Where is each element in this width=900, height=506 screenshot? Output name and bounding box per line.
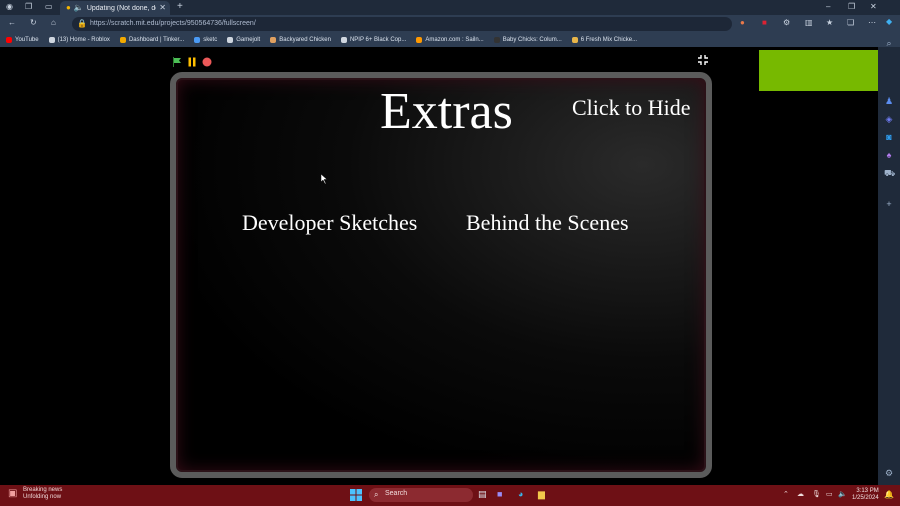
- minimize-icon[interactable]: –: [826, 3, 830, 11]
- refresh-icon[interactable]: ↻: [30, 19, 37, 27]
- windows-start-icon[interactable]: [350, 488, 362, 506]
- bookmark-label: (13) Home - Roblox: [57, 37, 110, 43]
- notification-bell-icon[interactable]: 🔔: [884, 490, 894, 499]
- onedrive-icon[interactable]: ☁: [797, 490, 804, 498]
- news-subtitle: Unfolding now: [23, 494, 62, 500]
- search-placeholder: Search: [385, 490, 408, 497]
- bookmark-item[interactable]: YouTube: [6, 37, 39, 43]
- bookmark-favicon-icon: [571, 37, 578, 43]
- taskbar-clock[interactable]: 3:13 PM 1/25/2024: [852, 488, 879, 502]
- hide-button[interactable]: Click to Hide: [572, 95, 691, 121]
- developer-sketches-option[interactable]: Developer Sketches: [242, 210, 417, 236]
- sidebar-settings-icon[interactable]: ⚙: [884, 468, 894, 478]
- sidebar-outlook-icon[interactable]: ◙: [884, 132, 894, 142]
- bookmark-favicon-icon: [493, 37, 500, 43]
- bookmark-label: Dashboard | Tinker...: [128, 37, 185, 43]
- workspaces-icon[interactable]: ❐: [25, 3, 32, 11]
- green-overlay-box: [759, 50, 894, 91]
- bookmark-item[interactable]: (13) Home - Roblox: [48, 37, 110, 43]
- bookmark-label: NPIP 6+ Black Cop...: [349, 37, 407, 43]
- extensions-icon[interactable]: ⚙: [783, 19, 790, 27]
- bookmark-label: YouTube: [15, 37, 39, 43]
- bookmark-favicon-icon: [340, 37, 347, 43]
- bookmarks-bar: YouTube (13) Home - Roblox Dashboard | Tin…: [0, 33, 900, 47]
- bookmark-item[interactable]: NPIP 6+ Black Cop...: [340, 37, 407, 43]
- back-icon[interactable]: ←: [8, 19, 16, 27]
- bookmark-label: sketc: [203, 37, 218, 43]
- home-icon[interactable]: ⌂: [51, 19, 56, 27]
- tab-scratch-project[interactable]: ● 🔈 Updating (Not done, dont p ✕: [60, 1, 170, 15]
- favorites-icon[interactable]: ★: [826, 19, 833, 27]
- volume-icon[interactable]: 🔈: [838, 490, 847, 498]
- bookmark-favicon-icon: [416, 37, 423, 43]
- more-menu-icon[interactable]: ⋯: [868, 19, 876, 27]
- task-view-icon[interactable]: ▤: [478, 489, 487, 500]
- network-icon[interactable]: ▭: [826, 490, 833, 498]
- file-explorer-icon[interactable]: ▆: [538, 489, 545, 500]
- scratch-favicon-icon: ●: [66, 3, 71, 12]
- stop-icon[interactable]: [202, 54, 212, 67]
- edge-icon[interactable]: ◕: [518, 489, 523, 499]
- new-tab-button[interactable]: +: [177, 2, 183, 12]
- close-window-icon[interactable]: ✕: [870, 3, 877, 11]
- lock-icon[interactable]: 🔒: [77, 20, 87, 28]
- tab-actions-icon[interactable]: ▭: [45, 3, 53, 11]
- audio-playing-icon[interactable]: 🔈: [74, 4, 84, 12]
- bookmark-item[interactable]: 6 Fresh Mix Chicke...: [571, 37, 638, 43]
- collections-icon[interactable]: ❏: [847, 19, 854, 27]
- bookmark-label: 6 Fresh Mix Chicke...: [580, 37, 638, 43]
- sidebar-search-icon[interactable]: ⌕: [884, 38, 894, 48]
- news-widget-icon[interactable]: ▣: [8, 488, 20, 500]
- bookmark-item[interactable]: Backyared Chicken: [270, 37, 331, 43]
- sidebar-add-icon[interactable]: +: [884, 199, 894, 209]
- exit-fullscreen-icon[interactable]: [697, 53, 709, 65]
- extension-icon[interactable]: ●: [740, 19, 745, 27]
- mouse-cursor-icon: [320, 171, 328, 189]
- teams-icon[interactable]: ■: [497, 489, 502, 499]
- bookmark-favicon-icon: [119, 37, 126, 43]
- page-title: Extras: [380, 83, 513, 140]
- bookmark-item[interactable]: Gamejolt: [227, 37, 260, 43]
- bookmark-item[interactable]: Amazon.com : Sailn...: [416, 37, 484, 43]
- microphone-icon[interactable]: 🎙: [812, 490, 821, 498]
- pause-icon[interactable]: [187, 54, 197, 67]
- clock-time: 3:13 PM: [856, 488, 879, 494]
- split-screen-icon[interactable]: ▥: [805, 19, 813, 27]
- bookmark-item[interactable]: Dashboard | Tinker...: [119, 37, 185, 43]
- restore-icon[interactable]: ❐: [848, 3, 855, 11]
- sidebar-games-icon[interactable]: ♠: [884, 150, 894, 160]
- bookmark-label: Amazon.com : Sailn...: [425, 37, 484, 43]
- bookmark-item[interactable]: Baby Chicks: Colum...: [493, 37, 562, 43]
- url-text: https://scratch.mit.edu/projects/9505647…: [90, 20, 256, 27]
- behind-the-scenes-option[interactable]: Behind the Scenes: [466, 210, 629, 236]
- bookmark-label: Backyared Chicken: [279, 37, 331, 43]
- edge-sidebar: [878, 47, 900, 485]
- copilot-icon[interactable]: ◆: [886, 18, 892, 26]
- profile-icon[interactable]: ◉: [6, 3, 13, 11]
- news-title: Breaking news: [23, 487, 63, 493]
- sidebar-cart-icon[interactable]: ⛟: [884, 168, 895, 178]
- bookmark-favicon-icon: [6, 37, 12, 43]
- tab-title: Updating (Not done, dont p: [86, 4, 156, 12]
- bookmark-label: Gamejolt: [236, 37, 261, 43]
- bookmark-favicon-icon: [270, 37, 277, 43]
- bookmark-favicon-icon: [48, 37, 55, 43]
- news-widget[interactable]: Breaking news Unfolding now: [23, 487, 62, 501]
- green-flag-icon[interactable]: [172, 54, 182, 67]
- bookmark-label: Baby Chicks: Colum...: [502, 37, 562, 43]
- close-tab-icon[interactable]: ✕: [159, 4, 166, 12]
- sidebar-tools-icon[interactable]: ♟: [884, 96, 894, 106]
- search-icon: ⌕: [374, 490, 379, 499]
- sidebar-shopping-icon[interactable]: ◈: [884, 114, 894, 124]
- bookmark-favicon-icon: [227, 37, 234, 43]
- bookmark-item[interactable]: sketc: [194, 37, 217, 43]
- extension-2-icon[interactable]: ■: [762, 19, 767, 27]
- chevron-up-icon[interactable]: ⌃: [783, 490, 789, 498]
- bookmark-favicon-icon: [194, 37, 201, 43]
- clock-date: 1/25/2024: [852, 495, 879, 501]
